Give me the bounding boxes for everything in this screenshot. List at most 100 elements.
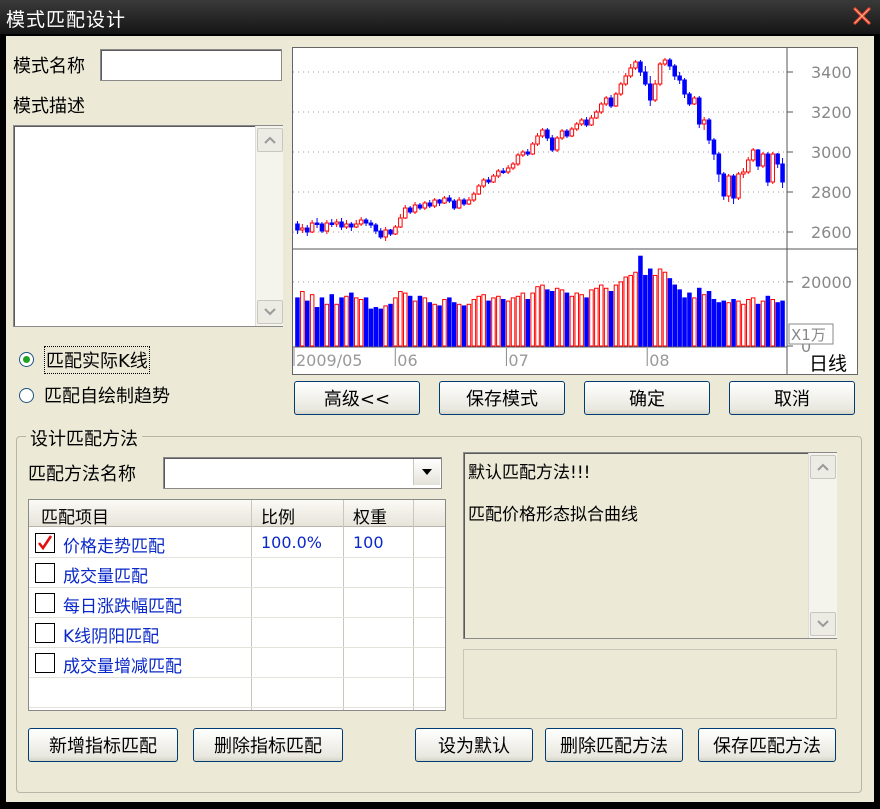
candle-body xyxy=(628,67,633,77)
volume-bar xyxy=(623,276,629,347)
candle-body xyxy=(598,103,604,113)
table-row[interactable]: 成交量增减匹配 xyxy=(29,647,445,678)
date-label: 08 xyxy=(649,351,669,370)
candle-body xyxy=(687,93,692,105)
delete-method-button[interactable]: 删除匹配方法 xyxy=(545,728,683,762)
table-header: 匹配项目 比例 权重 xyxy=(29,500,445,528)
volume-bar xyxy=(456,303,462,347)
col-header-item[interactable]: 匹配项目 xyxy=(41,503,109,528)
col-header-weight[interactable]: 权重 xyxy=(353,503,387,528)
method-info-panel[interactable]: 默认匹配方法!!! 匹配价格形态拟合曲线 xyxy=(463,452,837,639)
candle-body xyxy=(613,93,619,107)
dropdown-button[interactable] xyxy=(413,459,440,485)
save-method-button[interactable]: 保存匹配方法 xyxy=(698,728,836,762)
volume-tick-label: 20000 xyxy=(801,273,852,292)
volume-bar xyxy=(721,300,727,347)
table-row[interactable]: 成交量匹配 xyxy=(29,557,445,588)
scroll-up-button[interactable] xyxy=(810,455,836,479)
info-scrollbar[interactable] xyxy=(808,453,837,638)
volume-bar xyxy=(677,289,682,347)
volume-bar xyxy=(716,302,722,347)
volume-bar xyxy=(373,307,379,347)
kline-chart-svg: 34003200300028002600200000X1万2009/05 06 07… xyxy=(293,48,857,374)
candle-body xyxy=(491,175,496,183)
volume-bar xyxy=(466,303,472,347)
radio-drawn-trend-label: 匹配自绘制趋势 xyxy=(44,386,170,407)
candle-body xyxy=(447,197,452,202)
volume-bar xyxy=(525,299,531,347)
pattern-desc-textarea[interactable] xyxy=(13,125,283,327)
candle-body xyxy=(378,230,384,238)
row-checkbox[interactable] xyxy=(35,593,55,613)
volume-bar xyxy=(603,287,609,347)
date-label: 06 xyxy=(397,351,417,370)
volume-bar xyxy=(750,297,756,347)
set-default-button[interactable]: 设为默认 xyxy=(415,728,533,762)
volume-bar xyxy=(329,294,335,347)
price-tick-label: 3400 xyxy=(811,63,852,82)
kline-chart[interactable]: 3400 3200 3000 2800 2600 20000 0 X1万 2009/05 06 07… xyxy=(292,47,858,375)
arrow-down-icon xyxy=(264,308,276,316)
table-row[interactable]: 价格走势匹配 100.0% 100 xyxy=(29,527,445,558)
candle-body xyxy=(363,219,369,224)
row-checkbox[interactable] xyxy=(35,563,55,583)
candle-body xyxy=(314,222,320,225)
candle-body xyxy=(442,197,447,204)
volume-bar xyxy=(427,302,433,347)
candle-body xyxy=(344,223,349,228)
row-checkbox[interactable] xyxy=(35,653,55,673)
volume-bar xyxy=(344,295,349,347)
candle-body xyxy=(358,219,364,225)
volume-bar xyxy=(647,268,653,347)
delete-indicator-button[interactable]: 删除指标匹配 xyxy=(193,728,343,762)
volume-bar xyxy=(775,302,780,347)
add-indicator-button[interactable]: 新增指标匹配 xyxy=(28,728,178,762)
candle-body xyxy=(500,170,506,173)
date-label: 07 xyxy=(508,351,528,370)
cancel-button[interactable]: 取消 xyxy=(729,381,855,415)
candle-body xyxy=(300,227,305,231)
col-header-ratio[interactable]: 比例 xyxy=(261,503,295,528)
close-icon xyxy=(853,7,871,25)
table-row[interactable]: K线阴阳匹配 xyxy=(29,617,445,648)
save-pattern-button[interactable]: 保存模式 xyxy=(439,381,565,415)
scroll-down-button[interactable] xyxy=(810,612,836,636)
table-row[interactable]: 每日涨跌幅匹配 xyxy=(29,587,445,618)
candle-body xyxy=(422,202,428,209)
method-group-title: 设计匹配方法 xyxy=(26,425,142,451)
candle-body xyxy=(324,222,330,232)
ok-button[interactable]: 确定 xyxy=(584,381,710,415)
volume-bar xyxy=(745,299,751,347)
radio-actual-kline-circle[interactable] xyxy=(19,352,34,367)
row-checkbox[interactable] xyxy=(35,533,55,553)
title-bar[interactable]: 模式匹配设计 xyxy=(0,0,880,35)
match-items-table[interactable]: 匹配项目 比例 权重 价格走势匹配 100.0% 100 成交量匹配 每日涨跌幅… xyxy=(28,499,446,711)
checkmark-icon xyxy=(37,535,53,551)
row-ratio: 100.0% xyxy=(261,533,323,552)
volume-unit-label: X1万 xyxy=(791,326,826,344)
volume-bar xyxy=(407,295,413,347)
pattern-name-input[interactable] xyxy=(100,49,282,81)
volume-bar xyxy=(417,295,423,347)
date-label: 2009/05 xyxy=(296,351,362,370)
volume-bar xyxy=(662,271,668,347)
volume-bar xyxy=(500,299,506,347)
candle-body xyxy=(623,75,629,85)
scroll-up-button[interactable] xyxy=(257,128,283,152)
table-row[interactable] xyxy=(29,677,445,708)
row-checkbox[interactable] xyxy=(35,623,55,643)
row-label: 成交量匹配 xyxy=(63,567,148,587)
candle-body xyxy=(608,97,614,107)
volume-bar xyxy=(398,290,403,347)
volume-bar xyxy=(505,300,511,347)
method-name-select[interactable] xyxy=(163,457,442,489)
desc-scrollbar[interactable] xyxy=(255,126,283,326)
candle-body xyxy=(515,154,521,165)
radio-drawn-trend-circle[interactable] xyxy=(19,388,34,403)
volume-bar xyxy=(451,302,457,347)
scroll-down-button[interactable] xyxy=(257,300,283,324)
row-label: 每日涨跌幅匹配 xyxy=(63,597,182,617)
advanced-button[interactable]: 高级<< xyxy=(294,381,420,415)
close-button[interactable] xyxy=(852,6,872,26)
volume-bar xyxy=(383,305,388,347)
